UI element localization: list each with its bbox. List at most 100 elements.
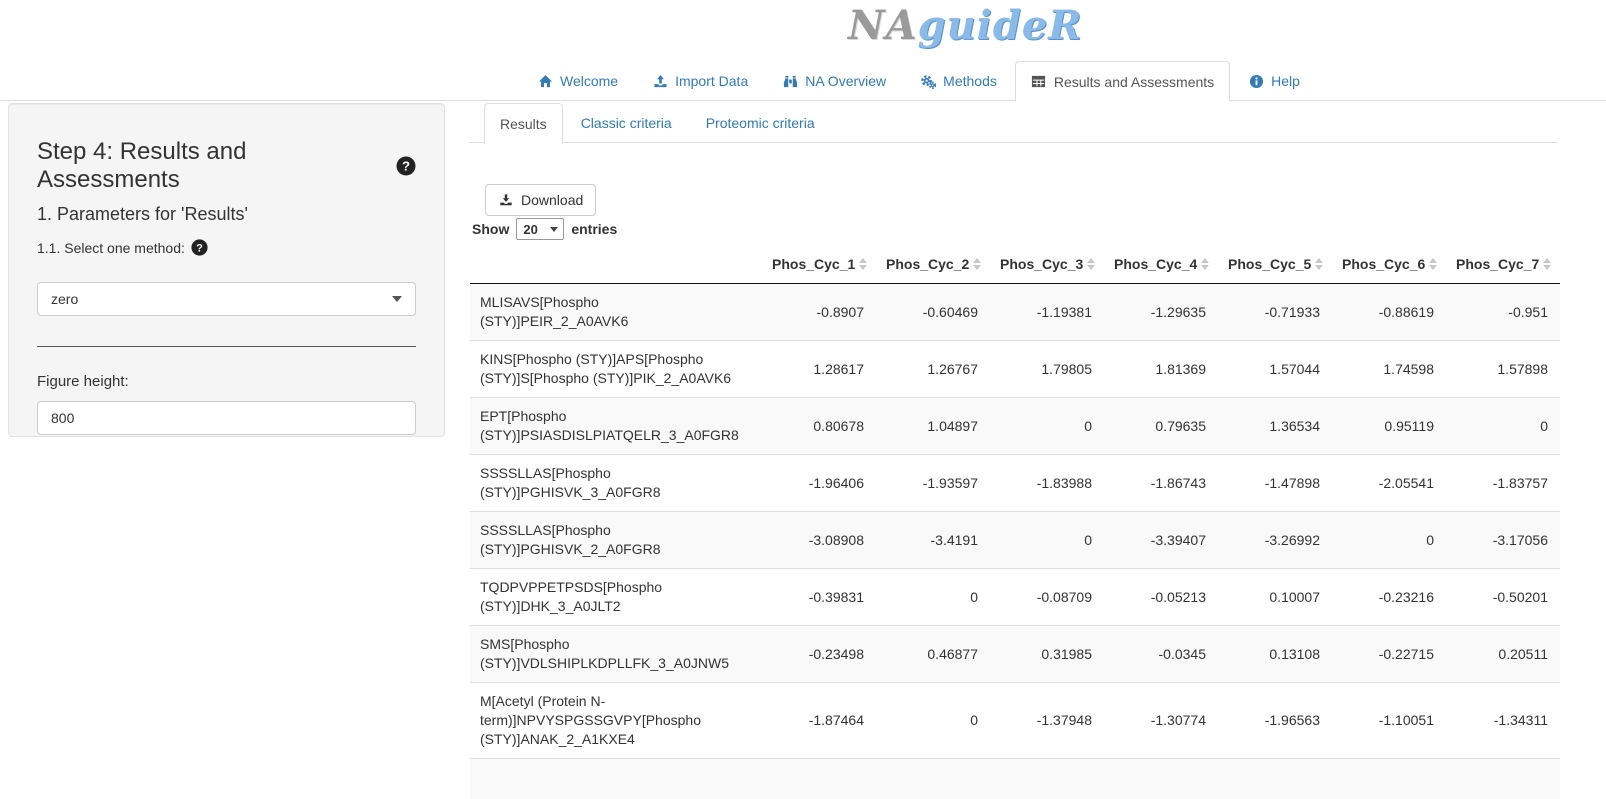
question-circle-icon[interactable]: ? xyxy=(396,156,416,176)
figure-height-input[interactable] xyxy=(37,401,416,435)
upload-icon xyxy=(652,73,668,89)
nav-tab-methods[interactable]: Methods xyxy=(904,61,1013,101)
subtab-proteomic-criteria[interactable]: Proteomic criteria xyxy=(690,103,831,143)
row-value: -0.08709 xyxy=(990,569,1104,626)
subtab-list: Results Classic criteria Proteomic criteri… xyxy=(484,103,1557,143)
download-button-label: Download xyxy=(521,192,583,208)
row-value: -0.60469 xyxy=(876,284,990,341)
question-circle-icon[interactable]: ? xyxy=(191,239,208,256)
row-value xyxy=(762,759,876,799)
row-value: 0 xyxy=(990,398,1104,455)
row-value: 0 xyxy=(876,569,990,626)
subtab-classic-criteria[interactable]: Classic criteria xyxy=(565,103,688,143)
divider xyxy=(37,346,416,347)
column-header-label: Phos_Cyc_6 xyxy=(1342,256,1425,272)
row-value: 1.28617 xyxy=(762,341,876,398)
logo-part-na: NA xyxy=(848,2,918,49)
row-value: -1.83988 xyxy=(990,455,1104,512)
sort-icon xyxy=(1429,258,1437,270)
row-value: -0.39831 xyxy=(762,569,876,626)
column-header-label: Phos_Cyc_3 xyxy=(1000,256,1083,272)
row-value: 0.20511 xyxy=(1446,626,1560,683)
sort-icon xyxy=(1087,258,1095,270)
nav-tab-label: Methods xyxy=(943,73,997,89)
page: { "logo": { "part1": "NA", "part2": "gui… xyxy=(0,0,1606,773)
column-header-phos-cyc-2[interactable]: Phos_Cyc_2 xyxy=(876,246,990,284)
row-value: -1.87464 xyxy=(762,683,876,759)
row-value: -0.05213 xyxy=(1104,569,1218,626)
row-name: TQDPVPPETPSDS[Phospho (STY)]DHK_3_A0JLT2 xyxy=(470,569,762,626)
row-value xyxy=(1446,759,1560,799)
download-icon xyxy=(498,192,514,208)
nav-tab-label: Results and Assessments xyxy=(1054,74,1214,90)
row-value: -3.17056 xyxy=(1446,512,1560,569)
row-value: -3.08908 xyxy=(762,512,876,569)
sort-icon xyxy=(1315,258,1323,270)
column-header-phos-cyc-1[interactable]: Phos_Cyc_1 xyxy=(762,246,876,284)
chevron-down-icon xyxy=(392,296,402,302)
row-value: -2.05541 xyxy=(1332,455,1446,512)
row-value: 1.26767 xyxy=(876,341,990,398)
results-table: Phos_Cyc_1Phos_Cyc_2 Phos_Cyc_3 Phos_Cyc_4… xyxy=(470,246,1560,799)
table-row-partial xyxy=(470,759,1560,799)
subtab-results[interactable]: Results xyxy=(484,103,563,144)
table-row: M[Acetyl (Protein N-term)]NPVYSPGSSGVPY[… xyxy=(470,683,1560,759)
row-value: -0.22715 xyxy=(1332,626,1446,683)
row-value: -0.88619 xyxy=(1332,284,1446,341)
nav-tab-label: Welcome xyxy=(560,73,618,89)
nav-tab-help[interactable]: Help xyxy=(1232,61,1316,101)
nav-tab-label: Import Data xyxy=(675,73,748,89)
column-header-phos-cyc-7[interactable]: Phos_Cyc_7 xyxy=(1446,246,1560,284)
row-value: 1.04897 xyxy=(876,398,990,455)
method-label-text: 1.1. Select one method: xyxy=(37,240,185,256)
sort-icon xyxy=(1543,258,1551,270)
row-value: 0.31985 xyxy=(990,626,1104,683)
gears-icon xyxy=(920,73,936,89)
row-value: 0 xyxy=(1446,398,1560,455)
nav-tab-na-overview[interactable]: NA Overview xyxy=(766,61,902,101)
nav-tab-results-and-assessments[interactable]: Results and Assessments xyxy=(1015,61,1230,102)
results-table-header: Phos_Cyc_1Phos_Cyc_2 Phos_Cyc_3 Phos_Cyc_4… xyxy=(470,246,1560,284)
page-length-select[interactable]: 20 xyxy=(516,218,564,240)
sidebar-panel: Step 4: Results and Assessments ? 1. Par… xyxy=(8,103,445,437)
chevron-down-icon xyxy=(550,227,558,232)
table-row: KINS[Phospho (STY)]APS[Phospho (STY)]S[P… xyxy=(470,341,1560,398)
logo-part-guider: guideR xyxy=(918,2,1083,49)
column-header-label: Phos_Cyc_7 xyxy=(1456,256,1539,272)
row-value: -0.0345 xyxy=(1104,626,1218,683)
row-value: -1.93597 xyxy=(876,455,990,512)
download-button[interactable]: Download xyxy=(485,184,596,216)
row-value: 0 xyxy=(990,512,1104,569)
row-value: -0.951 xyxy=(1446,284,1560,341)
table-length-control: Show 20 entries xyxy=(472,218,617,240)
table-row: SMS[Phospho (STY)]VDLSHIPLKDPLLFK_3_A0JN… xyxy=(470,626,1560,683)
row-value xyxy=(990,759,1104,799)
row-value: 0.46877 xyxy=(876,626,990,683)
column-header-phos-cyc-5[interactable]: Phos_Cyc_5 xyxy=(1218,246,1332,284)
page-length-value: 20 xyxy=(523,222,537,237)
subtab-label: Proteomic criteria xyxy=(706,115,815,131)
row-value: 0 xyxy=(1332,512,1446,569)
nav-tab-welcome[interactable]: Welcome xyxy=(521,61,634,101)
column-header-phos-cyc-4[interactable]: Phos_Cyc_4 xyxy=(1104,246,1218,284)
row-value: -0.50201 xyxy=(1446,569,1560,626)
row-value: -3.39407 xyxy=(1104,512,1218,569)
row-value: -0.71933 xyxy=(1218,284,1332,341)
row-value: -1.37948 xyxy=(990,683,1104,759)
column-header-phos-cyc-6[interactable]: Phos_Cyc_6 xyxy=(1332,246,1446,284)
row-value xyxy=(1218,759,1332,799)
row-name-column-header[interactable] xyxy=(470,246,762,284)
results-table-body: MLISAVS[Phospho (STY)]PEIR_2_A0AVK6-0.89… xyxy=(470,284,1560,799)
row-name: SSSSLLAS[Phospho (STY)]PGHISVK_3_A0FGR8 xyxy=(470,455,762,512)
row-name: MLISAVS[Phospho (STY)]PEIR_2_A0AVK6 xyxy=(470,284,762,341)
method-select-value: zero xyxy=(51,291,78,307)
sort-icon xyxy=(1201,258,1209,270)
subtab-label: Classic criteria xyxy=(581,115,672,131)
method-select[interactable]: zero xyxy=(37,282,416,316)
column-header-phos-cyc-3[interactable]: Phos_Cyc_3 xyxy=(990,246,1104,284)
row-value: 0.80678 xyxy=(762,398,876,455)
row-value: 0.79635 xyxy=(1104,398,1218,455)
row-value: 1.74598 xyxy=(1332,341,1446,398)
nav-tab-import-data[interactable]: Import Data xyxy=(636,61,764,101)
row-name: M[Acetyl (Protein N-term)]NPVYSPGSSGVPY[… xyxy=(470,683,762,759)
